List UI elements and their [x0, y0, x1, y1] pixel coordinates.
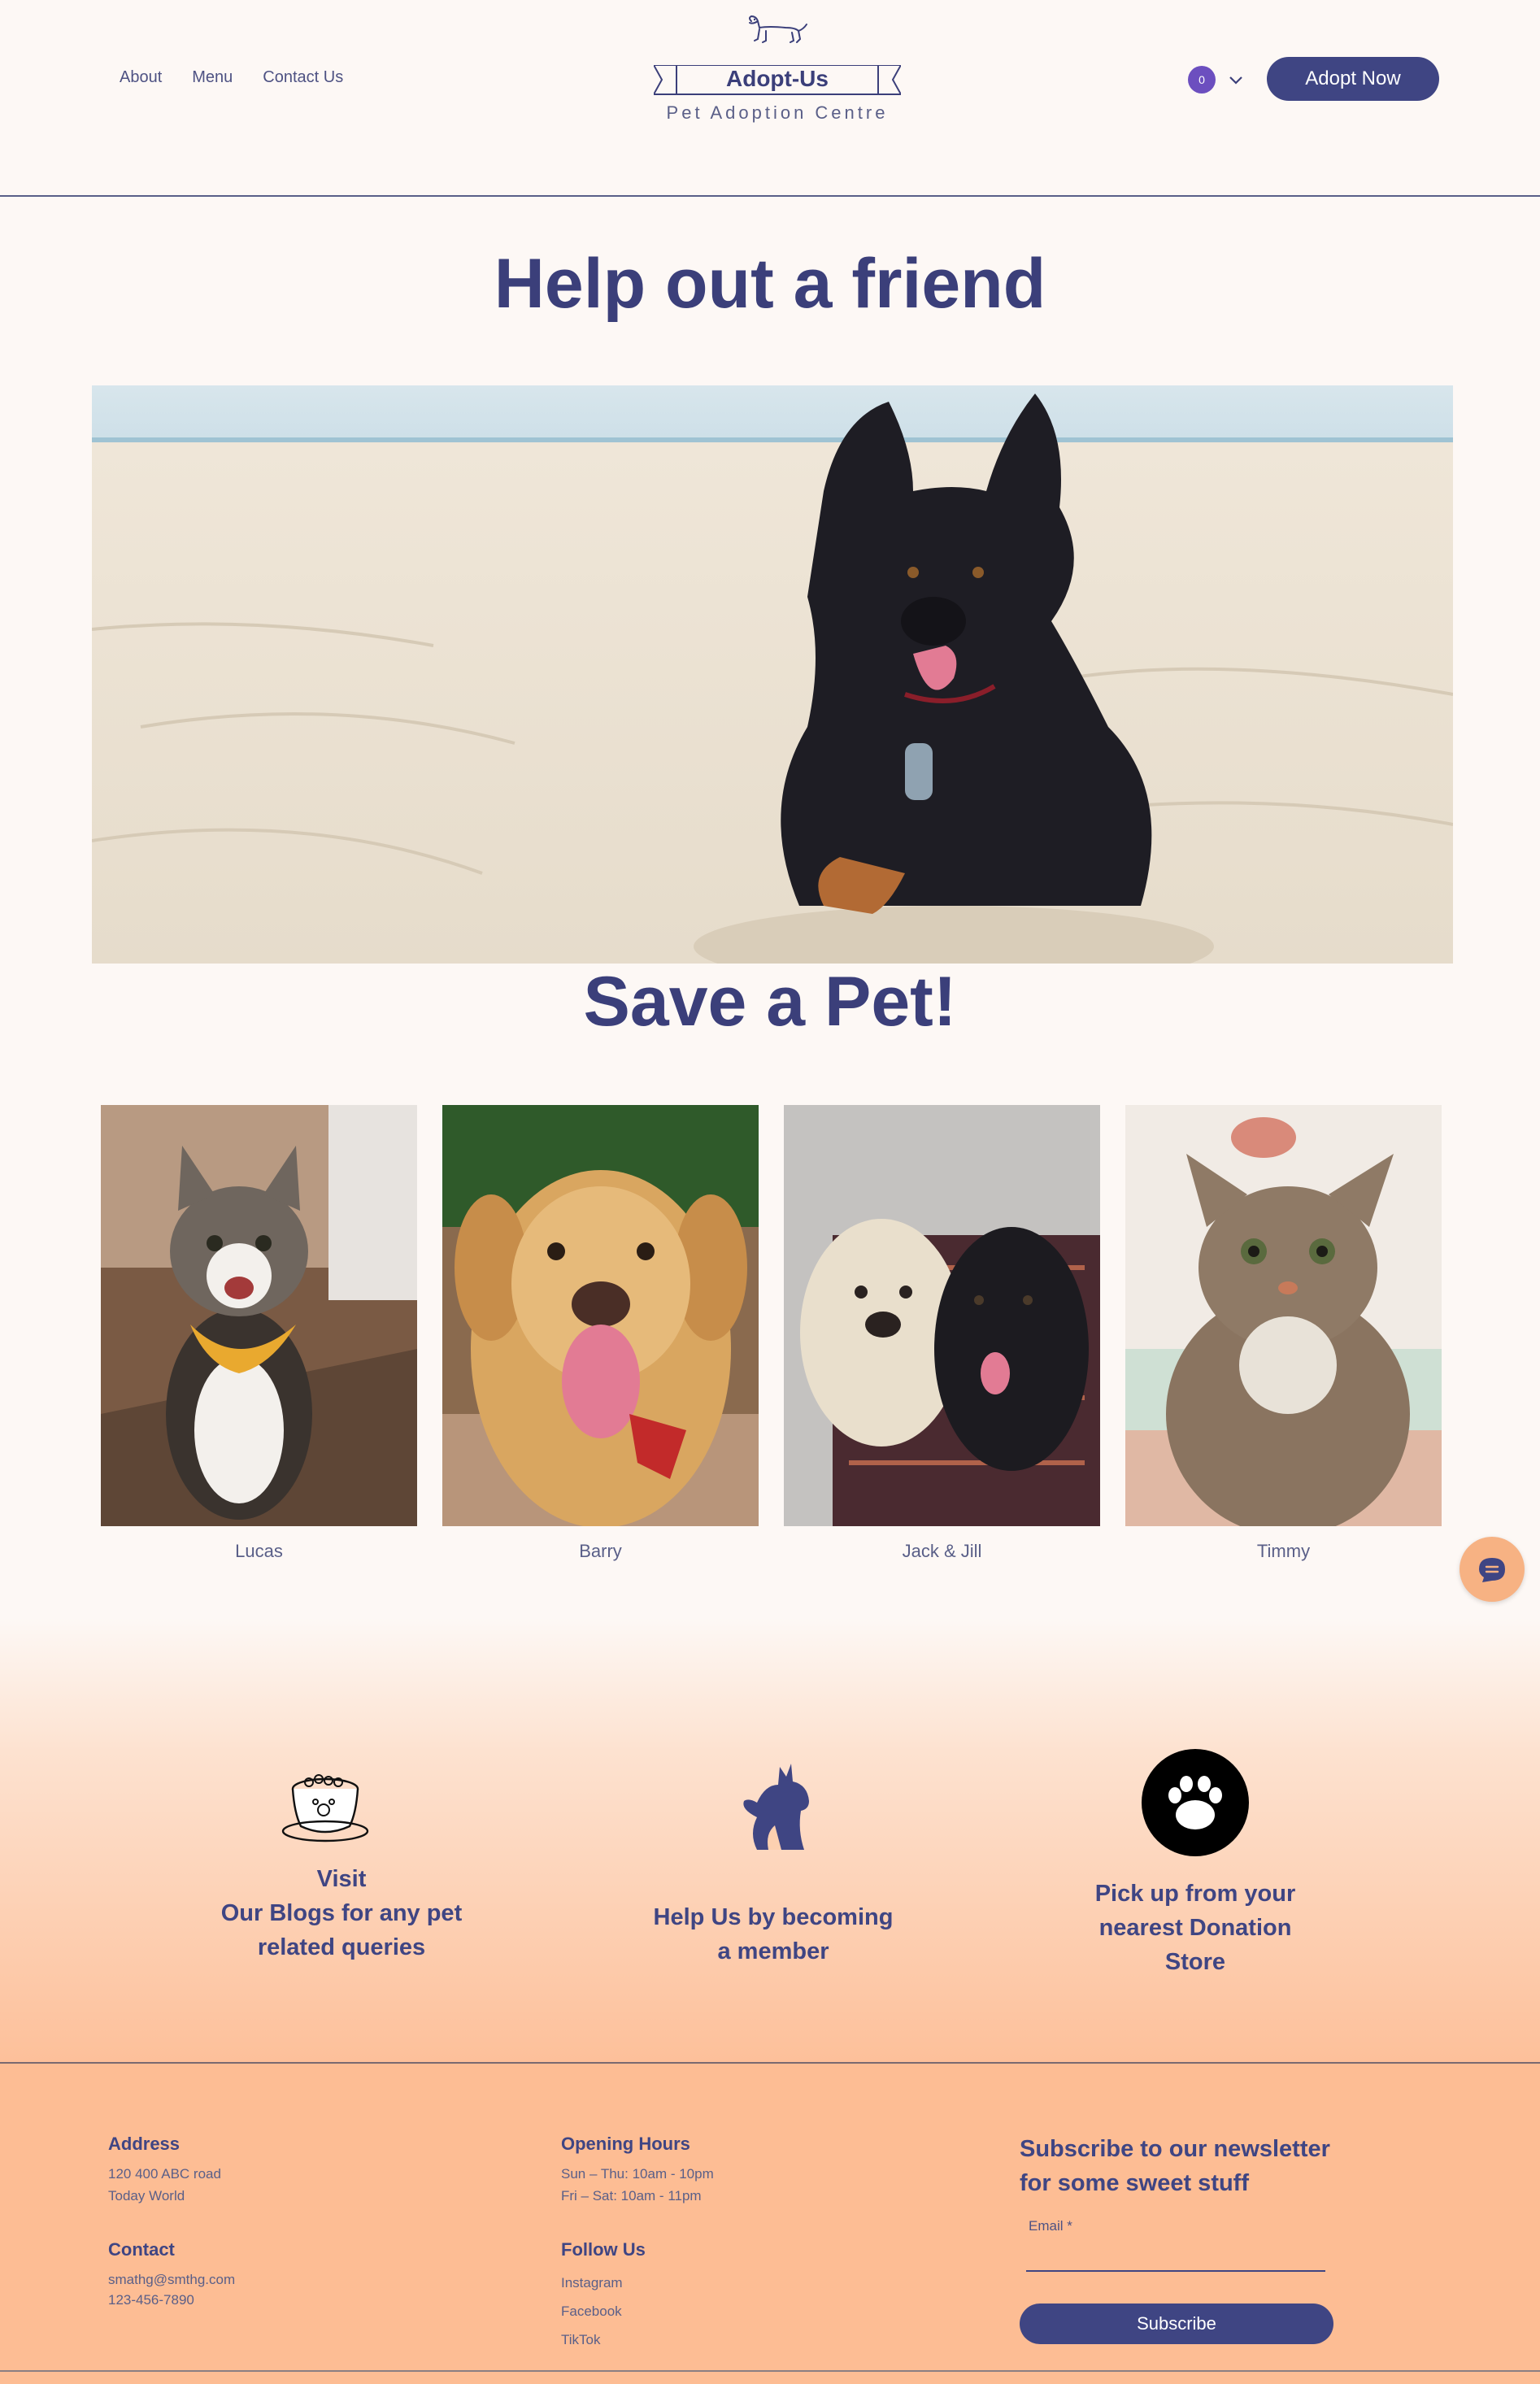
- feature-blogs-line3: related queries: [257, 1934, 426, 1960]
- hours-line2: Fri – Sat: 10am - 11pm: [561, 2188, 702, 2203]
- feature-donation[interactable]: Pick up from your nearest Donation Store: [1033, 1748, 1358, 1979]
- logo-title: Adopt-Us: [726, 66, 829, 91]
- feature-donation-line2: nearest Donation: [1098, 1915, 1292, 1941]
- pet-card-jack-jill[interactable]: Jack & Jill: [784, 1105, 1100, 1562]
- adopt-now-button[interactable]: Adopt Now: [1267, 57, 1439, 101]
- email-field[interactable]: [1026, 2239, 1325, 2272]
- contact-phone: 123-456-7890: [108, 2292, 194, 2308]
- pet-name: Barry: [579, 1541, 622, 1561]
- feature-blogs[interactable]: Visit Our Blogs for any pet related quer…: [179, 1764, 504, 1964]
- nav-menu-link[interactable]: Menu: [192, 68, 233, 87]
- social-link-facebook[interactable]: Facebook: [561, 2304, 622, 2320]
- pet-card-timmy[interactable]: Timmy: [1125, 1105, 1442, 1562]
- nav-about-link[interactable]: About: [120, 68, 162, 87]
- hours-heading: Opening Hours: [561, 2134, 690, 2154]
- site-header: About Menu Contact Us Adopt-Us Pet Adopt…: [0, 0, 1540, 197]
- feature-blogs-line1: Visit: [316, 1866, 367, 1892]
- pet-photo-timmy[interactable]: [1125, 1105, 1442, 1526]
- cat-and-dog-silhouette-icon: [743, 1764, 809, 1850]
- email-label: Email *: [1029, 2218, 1072, 2234]
- pet-card-lucas[interactable]: Lucas: [101, 1105, 417, 1562]
- pet-name: Lucas: [235, 1541, 283, 1561]
- feature-member-line1: Help Us by becoming: [653, 1904, 894, 1930]
- hours-line1: Sun – Thu: 10am - 10pm: [561, 2166, 714, 2182]
- pet-photo-jack-jill[interactable]: [784, 1105, 1100, 1526]
- follow-heading: Follow Us: [561, 2239, 646, 2260]
- main-nav: About Menu Contact Us: [120, 68, 343, 87]
- address-line1: 120 400 ABC road: [108, 2166, 221, 2182]
- chat-bubble-icon: [1479, 1558, 1505, 1582]
- site-logo[interactable]: Adopt-Us Pet Adoption Centre: [654, 15, 901, 128]
- save-a-pet-heading: Save a Pet!: [583, 963, 957, 1041]
- chat-widget-button[interactable]: [1460, 1537, 1525, 1602]
- newsletter-line2: for some sweet stuff: [1020, 2170, 1249, 2196]
- address-heading: Address: [108, 2134, 181, 2154]
- footer-divider: [0, 2370, 1540, 2372]
- contact-email-link[interactable]: smathg@smthg.com: [108, 2272, 235, 2288]
- pet-name: Timmy: [1256, 1541, 1311, 1561]
- nav-contact-link[interactable]: Contact Us: [263, 68, 343, 87]
- pet-name: Jack & Jill: [902, 1541, 982, 1561]
- dachshund-logo-icon: [749, 15, 807, 43]
- hero-dog-image: [92, 385, 1453, 964]
- feature-member-line2: a member: [717, 1938, 829, 1964]
- chevron-down-icon[interactable]: [1226, 70, 1246, 89]
- feature-donation-line3: Store: [1164, 1949, 1226, 1975]
- pet-photo-lucas[interactable]: [101, 1105, 417, 1526]
- pet-food-bowl-icon: [281, 1774, 369, 1842]
- paw-print-icon: [1142, 1749, 1249, 1856]
- newsletter-heading: Subscribe to our newsletter for some swe…: [1020, 2132, 1361, 2200]
- social-link-tiktok[interactable]: TikTok: [561, 2332, 601, 2348]
- feature-member[interactable]: Help Us by becoming a member: [611, 1752, 936, 1969]
- feature-donation-line1: Pick up from your: [1094, 1881, 1296, 1907]
- feature-blogs-line2: Our Blogs for any pet: [220, 1900, 463, 1926]
- address-line2: Today World: [108, 2188, 185, 2203]
- hero-title: Help out a friend: [494, 245, 1046, 323]
- cart-badge[interactable]: 0: [1188, 66, 1216, 94]
- features-section: Visit Our Blogs for any pet related quer…: [0, 1618, 1540, 2064]
- logo-subtitle: Pet Adoption Centre: [666, 102, 889, 123]
- contact-heading: Contact: [108, 2239, 175, 2260]
- social-link-instagram[interactable]: Instagram: [561, 2275, 623, 2291]
- pet-card-barry[interactable]: Barry: [442, 1105, 759, 1562]
- newsletter-line1: Subscribe to our newsletter: [1020, 2136, 1330, 2162]
- subscribe-button[interactable]: Subscribe: [1020, 2304, 1333, 2344]
- pet-photo-barry[interactable]: [442, 1105, 759, 1526]
